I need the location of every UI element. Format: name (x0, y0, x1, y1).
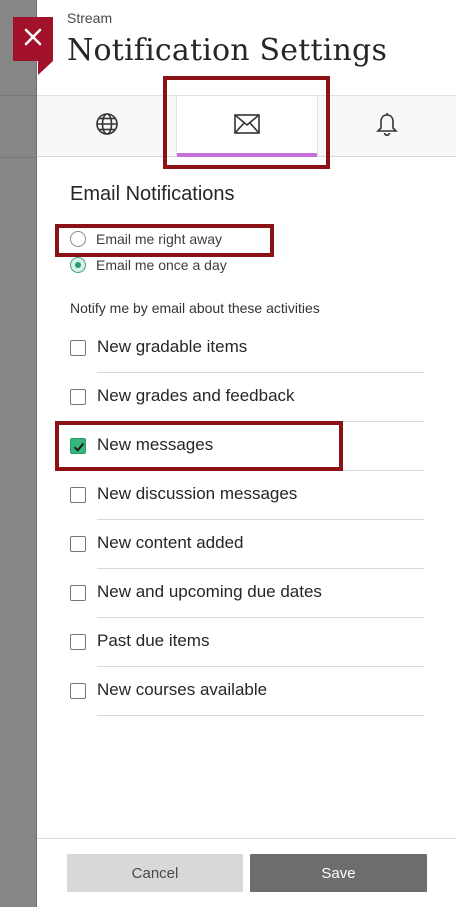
checkbox-label: New grades and feedback (97, 386, 295, 405)
checkbox-label: New messages (97, 435, 214, 454)
checkbox[interactable] (70, 389, 86, 405)
checkbox[interactable] (70, 683, 86, 699)
checkbox[interactable] (70, 536, 86, 552)
active-tab-indicator (177, 153, 317, 157)
tab-email[interactable] (176, 96, 318, 157)
activity-past-due-items[interactable]: Past due items (70, 618, 424, 667)
envelope-icon (234, 114, 260, 139)
activity-new-and-upcoming-due-dates[interactable]: New and upcoming due dates (70, 569, 424, 618)
email-notifications-heading: Email Notifications (70, 183, 235, 205)
close-button[interactable] (13, 17, 53, 75)
radio-label: Email me once a day (96, 257, 227, 273)
checkbox[interactable] (70, 340, 86, 356)
checkbox[interactable] (70, 634, 86, 650)
notification-settings-panel: Stream Notification Settings Email Notif… (37, 0, 456, 907)
tab-bar (37, 95, 456, 157)
activity-new-messages[interactable]: New messages (70, 422, 424, 471)
checkbox[interactable] (70, 585, 86, 601)
page-backdrop (0, 0, 37, 907)
backdrop-divider (0, 157, 37, 158)
radio-email-right-away[interactable]: Email me right away (70, 231, 222, 247)
panel-footer: Cancel Save (37, 838, 456, 907)
cancel-button[interactable]: Cancel (67, 854, 243, 892)
page-title: Notification Settings (67, 33, 388, 68)
save-button[interactable]: Save (250, 854, 427, 892)
row-divider (97, 715, 424, 716)
checkbox-label: Past due items (97, 631, 210, 650)
activity-new-gradable-items[interactable]: New gradable items (70, 324, 424, 373)
backdrop-divider (0, 95, 37, 96)
radio-email-once-a-day[interactable]: Email me once a day (70, 257, 227, 273)
globe-icon (95, 112, 119, 141)
checkmark-icon (73, 442, 85, 452)
checkbox-label: New courses available (97, 680, 268, 699)
radio-button[interactable] (70, 257, 86, 273)
activity-new-content-added[interactable]: New content added (70, 520, 424, 569)
activity-new-discussion-messages[interactable]: New discussion messages (70, 471, 424, 520)
tab-push[interactable] (318, 96, 456, 157)
checkbox[interactable] (70, 438, 86, 454)
checkbox[interactable] (70, 487, 86, 503)
checkbox-label: New and upcoming due dates (97, 582, 322, 601)
checkbox-label: New content added (97, 533, 244, 552)
bell-icon (375, 111, 399, 142)
radio-button[interactable] (70, 231, 86, 247)
checkbox-label: New gradable items (97, 337, 248, 356)
activity-new-courses-available[interactable]: New courses available (70, 667, 424, 716)
radio-label: Email me right away (96, 231, 223, 247)
activities-heading: Notify me by email about these activitie… (70, 300, 320, 316)
panel-eyebrow: Stream (67, 10, 113, 26)
checkbox-label: New discussion messages (97, 484, 298, 503)
tab-global[interactable] (37, 96, 176, 157)
activity-new-grades-and-feedback[interactable]: New grades and feedback (70, 373, 424, 422)
